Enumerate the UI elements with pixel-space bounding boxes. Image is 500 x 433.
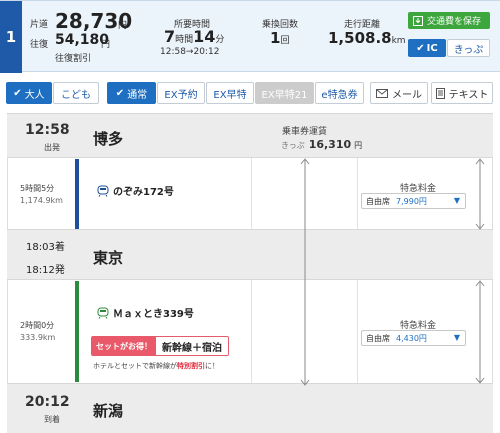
route-summary: 1 片道 28,730 円 往復 54,180 円 往復割引 所要時間 7 時間… [0, 0, 500, 73]
normal-label: 通常 [127, 89, 148, 101]
fare-header: 乗車券運賃 [282, 127, 328, 137]
save-fare-label: 交通費を保存 [427, 17, 482, 27]
ic-toggle[interactable]: ✔ IC [408, 39, 446, 57]
e-tokkyu-toggle[interactable]: e特急券 [315, 82, 364, 104]
station-name: 博多 [93, 130, 124, 148]
distance-unit: km [391, 36, 406, 46]
dropdown-icon: ▼ [453, 196, 460, 205]
seat-select[interactable]: 自由席 7,990円 ▼ [361, 193, 466, 209]
set-note-a: ホテルとセットで新幹線が [93, 362, 177, 370]
route-number: 1 [0, 1, 22, 73]
arrival-time: 20:12 [25, 394, 70, 410]
train-name-group[interactable]: Ｍａｘとき339号 [97, 305, 194, 320]
seat-price: 7,990円 [396, 196, 427, 206]
train-name-group[interactable]: のぞみ172号 [97, 183, 174, 198]
transfers-unit: 回 [280, 36, 290, 46]
fare-kippu-label: きっぷ [281, 141, 305, 150]
time-range: 12:58→20:12 [160, 47, 220, 57]
set-note-c: に！ [205, 362, 219, 370]
station-row-tokyo: 18:03着 18:12発 東京 [7, 229, 493, 280]
set-note: ホテルとセットで新幹線が特別割引に！ [93, 361, 219, 371]
line-color-bar [75, 281, 79, 382]
fare-yen: 円 [354, 141, 363, 150]
duration-minutes: 14 [193, 27, 216, 46]
train-icon [97, 185, 109, 197]
departure-label: 出発 [44, 143, 60, 152]
check-icon: ✔ [416, 42, 425, 54]
duration-hours: 7 [164, 27, 176, 46]
normal-toggle[interactable]: ✔ 通常 [107, 82, 156, 104]
leg-distance: 333.9km [20, 333, 56, 342]
save-fare-button[interactable]: 交通費を保存 [408, 12, 490, 29]
station-row-hakata: 12:58 出発 博多 乗車券運賃 きっぷ 16,310 円 [7, 113, 493, 158]
download-icon [413, 15, 423, 26]
ex-hayatoku-toggle[interactable]: EX早特 [206, 82, 254, 104]
seat-price: 4,430円 [396, 333, 427, 343]
mail-button[interactable]: メール [370, 82, 428, 104]
line-color-bar [75, 159, 79, 229]
text-button[interactable]: テキスト [431, 82, 493, 104]
leg-nozomi: 5時間5分 1,174.9km のぞみ172号 特急料金 自由席 7,990円 … [7, 159, 493, 229]
ex-hayatoku21-toggle: EX早特21 [255, 82, 314, 104]
fare-range-arrow [300, 158, 310, 386]
distance: 1,508.8 km [328, 29, 406, 47]
minutes-unit: 分 [215, 35, 225, 45]
arrival-time: 18:03着 [26, 242, 65, 253]
train-name: Ｍａｘとき339号 [113, 309, 194, 320]
seat-select[interactable]: 自由席 4,430円 ▼ [361, 330, 466, 346]
train-name: のぞみ172号 [113, 187, 174, 198]
check-icon: ✔ [13, 87, 22, 99]
express-range-arrow-2 [475, 280, 485, 384]
seat-type: 自由席 [366, 333, 390, 343]
train-icon [97, 307, 109, 319]
dropdown-icon: ▼ [453, 333, 460, 342]
kippu-toggle[interactable]: きっぷ [447, 39, 490, 57]
seat-type: 自由席 [366, 196, 390, 206]
fare-roundtrip-label: 往復 [30, 40, 49, 50]
text-label: テキスト [448, 89, 489, 101]
hotel-set-banner[interactable]: セットがお得！ 新幹線＋宿泊 [91, 336, 229, 356]
leg-distance: 1,174.9km [20, 196, 63, 205]
express-range-arrow-1 [475, 158, 485, 230]
fare-value: 16,310 [308, 138, 352, 151]
departure-time: 12:58 [25, 122, 70, 138]
set-note-b: 特別割引 [177, 362, 205, 370]
ic-label: IC [426, 42, 438, 54]
discount-label: 往復割引 [55, 54, 92, 64]
set-text: 新幹線＋宿泊 [156, 337, 228, 355]
leg-max-toki: 2時間0分 333.9km Ｍａｘとき339号 セットがお得！ 新幹線＋宿泊 ホ… [7, 281, 493, 382]
station-row-niigata: 20:12 到着 新潟 [7, 383, 493, 433]
base-fare: きっぷ 16,310 円 [281, 138, 362, 151]
child-toggle[interactable]: こども [53, 82, 99, 104]
station-name: 東京 [93, 249, 124, 267]
fare-roundtrip-yen: 円 [101, 40, 111, 50]
transfers-value: 1 [270, 29, 281, 47]
fare-oneway-label: 片道 [30, 20, 49, 30]
mail-label: メール [392, 89, 422, 101]
leg-duration: 5時間5分 [20, 184, 55, 193]
fare-oneway-yen: 円 [118, 21, 128, 31]
adult-label: 大人 [24, 89, 45, 101]
mail-icon [376, 88, 388, 98]
station-name: 新潟 [93, 402, 124, 420]
distance-value: 1,508.8 [328, 29, 392, 47]
transfers: 1 回 [270, 29, 289, 47]
ex-reserve-toggle[interactable]: EX予約 [157, 82, 205, 104]
adult-toggle[interactable]: ✔ 大人 [6, 82, 52, 104]
check-icon: ✔ [115, 87, 125, 99]
set-badge: セットがお得！ [92, 337, 156, 355]
departure-time: 18:12発 [26, 265, 65, 276]
arrival-label: 到着 [44, 415, 60, 424]
document-icon [435, 87, 445, 99]
leg-duration: 2時間0分 [20, 321, 55, 330]
hours-unit: 時間 [175, 35, 194, 45]
duration: 7 時間 14 分 [164, 27, 224, 46]
